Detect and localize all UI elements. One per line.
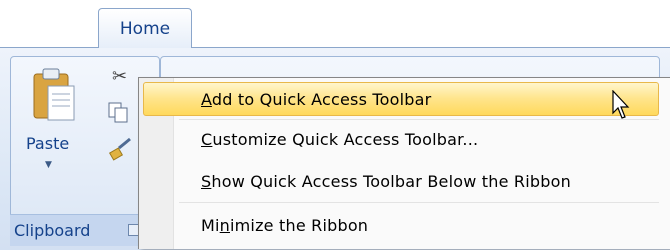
tab-home[interactable]: Home bbox=[98, 8, 192, 48]
cut-icon[interactable]: ✂ bbox=[112, 66, 127, 87]
menu-item-show-toolbar-below-ribbon[interactable]: Show Quick Access Toolbar Below the Ribb… bbox=[143, 164, 659, 198]
menu-item-customize-quick-access-toolbar[interactable]: Customize Quick Access Toolbar... bbox=[143, 122, 659, 156]
menu-item-text: imize the Ribbon bbox=[230, 216, 369, 235]
menu-item-add-to-quick-access-toolbar[interactable]: Add to Quick Access Toolbar bbox=[143, 82, 659, 116]
menu-separator bbox=[179, 119, 659, 120]
menu-separator bbox=[179, 202, 659, 203]
menu-item-text: dd to Quick Access Toolbar bbox=[211, 90, 432, 109]
menu-item-minimize-ribbon[interactable]: Minimize the Ribbon bbox=[143, 208, 659, 242]
group-label-text: Clipboard bbox=[14, 221, 91, 240]
mouse-pointer-icon bbox=[612, 89, 632, 124]
menu-item-access-key: n bbox=[219, 216, 230, 235]
menu-item-text: Mi bbox=[201, 216, 220, 235]
menu-item-access-key: S bbox=[201, 172, 212, 191]
menu-item-access-key: C bbox=[201, 130, 213, 149]
format-painter-icon[interactable] bbox=[108, 136, 134, 166]
menu-item-text: how Quick Access Toolbar Below the Ribbo… bbox=[211, 172, 571, 191]
paste-label[interactable]: Paste bbox=[26, 134, 69, 153]
paste-dropdown-icon[interactable]: ▼ bbox=[45, 160, 52, 170]
copy-icon[interactable] bbox=[108, 102, 130, 128]
paste-icon[interactable] bbox=[32, 66, 76, 130]
menu-item-text: ustomize Quick Access Toolbar... bbox=[212, 130, 479, 149]
menu-item-access-key: A bbox=[201, 90, 212, 109]
context-menu: Add to Quick Access Toolbar Customize Qu… bbox=[138, 77, 670, 249]
